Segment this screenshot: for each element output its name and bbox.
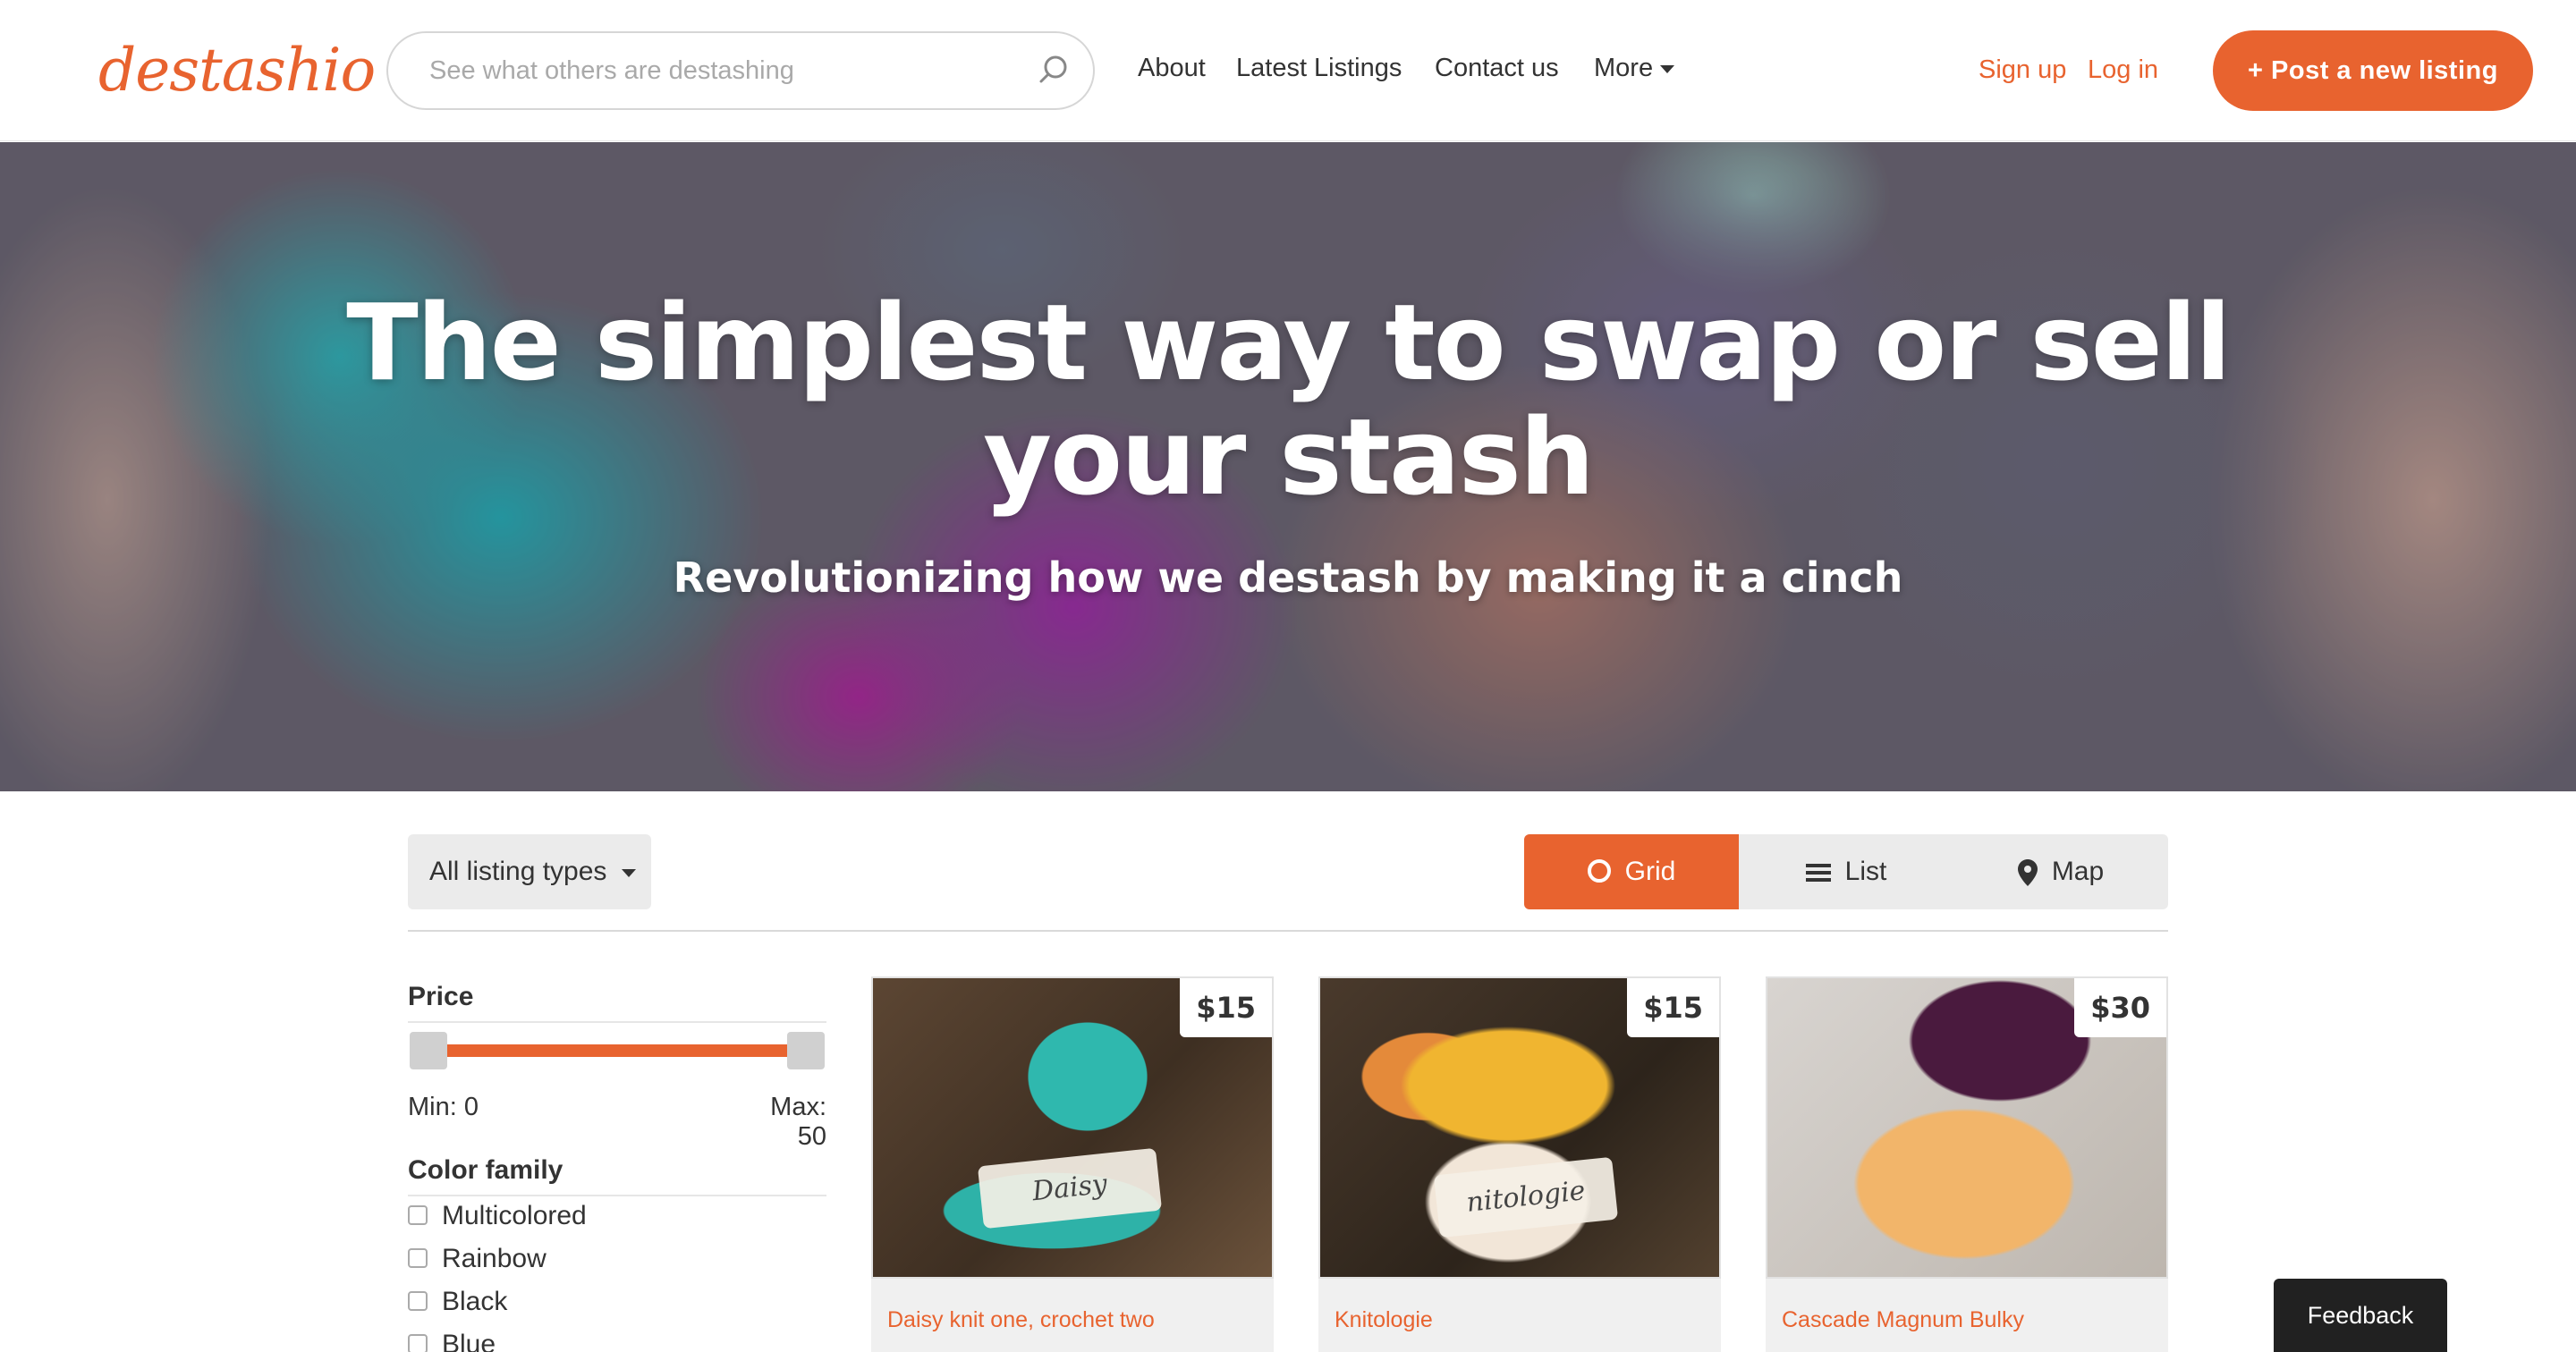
color-option-rainbow[interactable]: Rainbow [408, 1241, 547, 1277]
toolbar-divider [408, 930, 2168, 932]
search-icon[interactable] [1038, 54, 1070, 86]
checkbox[interactable] [408, 1334, 428, 1352]
color-option-label: Rainbow [442, 1244, 547, 1273]
color-option-black[interactable]: Black [408, 1284, 507, 1320]
price-slider-min-handle[interactable] [410, 1032, 447, 1069]
nav-about-link[interactable]: About [1138, 54, 1206, 83]
search-input[interactable] [429, 51, 1002, 90]
price-badge: $15 [1180, 978, 1272, 1037]
log-in-link[interactable]: Log in [2088, 55, 2158, 85]
yarn-label: Daisy [977, 1147, 1163, 1229]
grid-icon [1587, 859, 1611, 883]
checkbox[interactable] [408, 1248, 428, 1269]
nav-contact-link[interactable]: Contact us [1435, 54, 1559, 83]
price-min-label: Min: 0 [408, 1093, 479, 1121]
chevron-down-icon [621, 868, 636, 877]
color-family-heading: Color family [408, 1155, 826, 1196]
color-option-multicolored[interactable]: Multicolored [408, 1198, 587, 1234]
listing-title[interactable]: Daisy knit one, crochet two [887, 1307, 1155, 1333]
chevron-down-icon [1660, 64, 1675, 73]
hero-subtitle: Revolutionizing how we destash by making… [673, 553, 1903, 602]
grid-view-label: Grid [1624, 857, 1676, 886]
color-option-blue[interactable]: Blue [408, 1327, 496, 1352]
view-toggle: Grid List Map [1524, 834, 2168, 909]
feedback-button[interactable]: Feedback [2274, 1279, 2447, 1352]
price-filter-heading: Price [408, 982, 826, 1023]
sign-up-link[interactable]: Sign up [1979, 55, 2066, 85]
color-option-label: Multicolored [442, 1201, 587, 1230]
map-view-label: Map [2051, 857, 2105, 886]
list-view-label: List [1844, 857, 1887, 886]
post-listing-button[interactable]: + Post a new listing [2213, 30, 2533, 111]
color-option-label: Black [442, 1287, 508, 1316]
hero-banner: The simplest way to swap or sell your st… [0, 142, 2576, 791]
search-bar[interactable] [386, 31, 1095, 110]
checkbox[interactable] [408, 1205, 428, 1226]
listing-type-label: All listing types [429, 857, 607, 886]
checkbox[interactable] [408, 1291, 428, 1312]
listing-card[interactable]: nitologie $15 Knitologie [1318, 976, 1721, 1352]
listing-title[interactable]: Knitologie [1335, 1307, 1433, 1333]
site-header: destashio About Latest Listings Contact … [0, 0, 2576, 141]
yarn-label: nitologie [1433, 1156, 1619, 1238]
nav-more-dropdown[interactable]: More [1594, 54, 1675, 83]
price-slider-track[interactable] [431, 1044, 807, 1057]
grid-view-button[interactable]: Grid [1524, 834, 1739, 909]
map-pin-icon [2017, 859, 2038, 887]
price-slider-max-handle[interactable] [787, 1032, 825, 1069]
map-view-button[interactable]: Map [1953, 834, 2168, 909]
color-option-label: Blue [442, 1330, 496, 1352]
listing-title[interactable]: Cascade Magnum Bulky [1782, 1307, 2024, 1333]
listing-card[interactable]: $30 Cascade Magnum Bulky [1766, 976, 2168, 1352]
nav-latest-listings-link[interactable]: Latest Listings [1236, 54, 1402, 83]
list-icon [1805, 864, 1831, 883]
list-view-button[interactable]: List [1739, 834, 1953, 909]
listing-type-select[interactable]: All listing types [408, 834, 651, 909]
price-badge: $15 [1627, 978, 1719, 1037]
price-max-label: Max: 50 [770, 1093, 826, 1151]
nav-more-label: More [1594, 54, 1654, 82]
listing-card[interactable]: Daisy $15 Daisy knit one, crochet two [871, 976, 1274, 1352]
site-logo[interactable]: destashio [98, 36, 376, 105]
hero-title: The simplest way to swap or sell your st… [346, 281, 2231, 519]
price-badge: $30 [2074, 978, 2166, 1037]
